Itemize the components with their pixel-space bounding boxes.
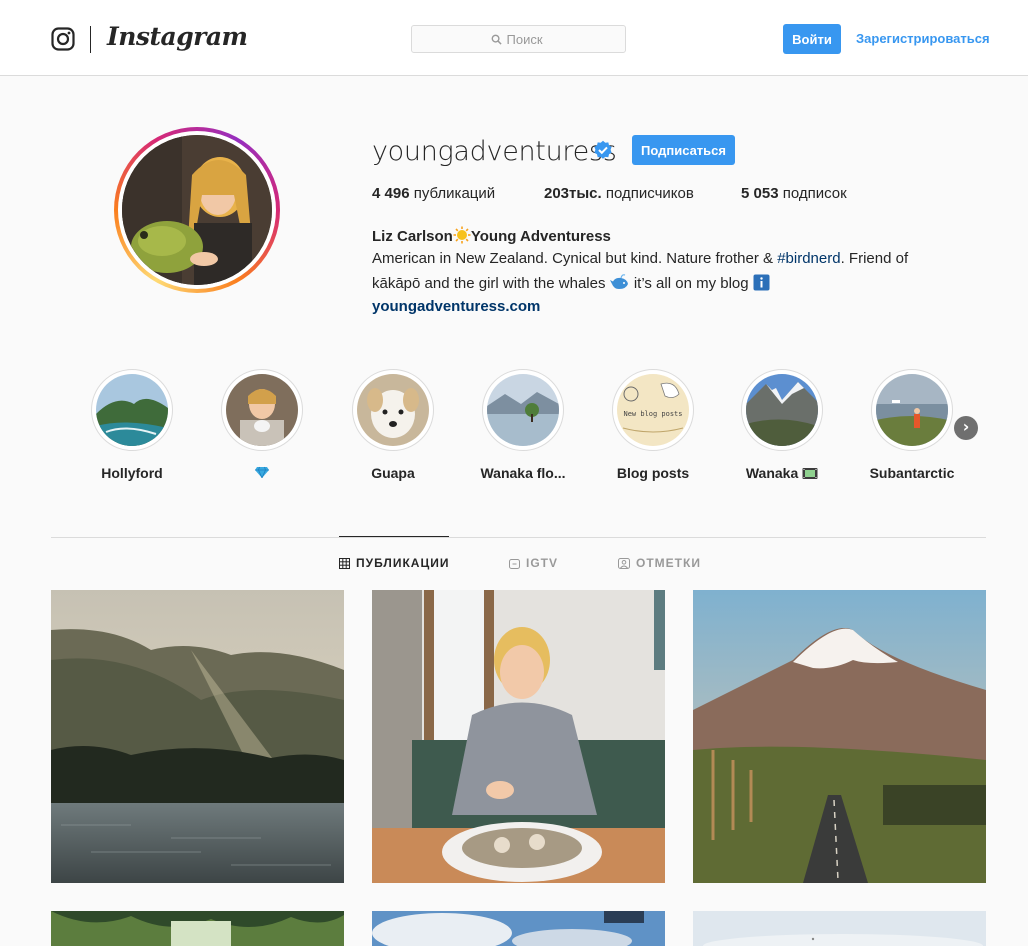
profile-bio-line-2: kākāpō and the girl with the whales it’s… [372,274,770,292]
post-thumbnail[interactable] [693,911,986,946]
following-count-label: подписок [782,185,847,202]
film-emoji-icon [802,468,818,479]
grid-icon [339,557,350,569]
highlight-label: Hollyford [101,465,163,481]
bio-text: it’s all on my blog [633,275,749,292]
profile-username: youngadventuress [372,136,617,167]
whale-emoji-icon [609,274,628,289]
post-image [372,590,665,883]
posts-count-label: публикаций [413,185,496,202]
verified-badge-icon [594,140,612,159]
followers-count[interactable]: 203тыс. подписчиков [544,185,694,202]
sun-emoji-icon [453,226,471,244]
search-input[interactable] [506,31,547,47]
post-image [51,590,344,883]
highlight-thumbnail: New blog posts [617,374,689,446]
highlight-thumbnail [487,374,559,446]
bio-text: kākāpō and the girl with the whales [372,275,606,292]
post-image [372,911,665,946]
post-thumbnail[interactable] [693,590,986,883]
chevron-right-icon[interactable]: › [954,416,978,440]
profile-bio-line-1: American in New Zealand. Cynical but kin… [372,250,908,267]
posts-count: 4 496 публикаций [372,185,495,202]
search-box[interactable] [411,25,626,53]
blog-card-text: New blog posts [623,410,682,418]
follow-button[interactable]: Подписаться [632,135,735,165]
following-count-value: 5 053 [741,185,779,202]
highlight-thumbnail [96,374,168,446]
tab-posts[interactable]: ПУБЛИКАЦИИ [339,556,449,570]
highlight-thumbnail [357,374,429,446]
highlight-label: Subantarctic [869,465,955,481]
full-name-second: Young Adventuress [470,228,611,245]
avatar-photo [122,135,272,285]
full-name-first: Liz Carlson [372,228,453,245]
bio-text: . Friend of [840,250,909,267]
tabs-divider [51,537,986,538]
post-image [51,911,344,946]
diamond-emoji-icon [255,466,269,479]
bio-text: American in New Zealand. Cynical but kin… [372,250,778,267]
tab-label: ОТМЕТКИ [636,556,701,570]
post-thumbnail[interactable] [372,911,665,946]
followers-count-value: 203тыс. [544,185,602,202]
highlight-label: Blog posts [616,465,690,481]
bio-hashtag-link[interactable]: #birdnerd [777,250,840,267]
brand-divider [90,26,91,53]
followers-count-label: подписчиков [605,185,694,202]
active-tab-indicator [339,536,449,537]
highlight-thumbnail [876,374,948,446]
signup-link[interactable]: Зарегистрироваться [856,31,990,46]
top-navigation-bar: Instagram Войти Зарегистрироваться [0,0,1028,76]
post-thumbnail[interactable] [51,911,344,946]
post-thumbnail[interactable] [51,590,344,883]
highlight-label: Wanaka flo... [480,465,566,481]
profile-avatar[interactable] [114,127,280,293]
tab-igtv[interactable]: IGTV [509,556,558,570]
post-image [693,590,986,883]
login-button[interactable]: Войти [783,24,841,54]
igtv-icon [509,558,520,569]
avatar-image [122,135,272,285]
highlight-label: Guapa [371,465,415,481]
instagram-glyph-icon[interactable] [51,27,75,51]
info-emoji-icon [753,274,770,291]
highlight-thumbnail [226,374,298,446]
instagram-wordmark[interactable]: Instagram [107,22,248,51]
following-count[interactable]: 5 053 подписок [741,185,847,202]
highlight-thumbnail [746,374,818,446]
profile-website-link[interactable]: youngadventuress.com [372,298,540,315]
highlight-label [202,465,322,481]
search-icon [491,34,502,45]
highlight-label: Wanaka [722,465,842,481]
tagged-icon [618,557,630,569]
profile-full-name: Liz Carlson Young Adventuress [372,226,611,245]
tab-tagged[interactable]: ОТМЕТКИ [618,556,701,570]
tab-label: ПУБЛИКАЦИИ [356,556,450,570]
post-thumbnail[interactable] [372,590,665,883]
post-image [693,911,986,946]
posts-count-value: 4 496 [372,185,410,202]
tab-label: IGTV [526,556,559,570]
